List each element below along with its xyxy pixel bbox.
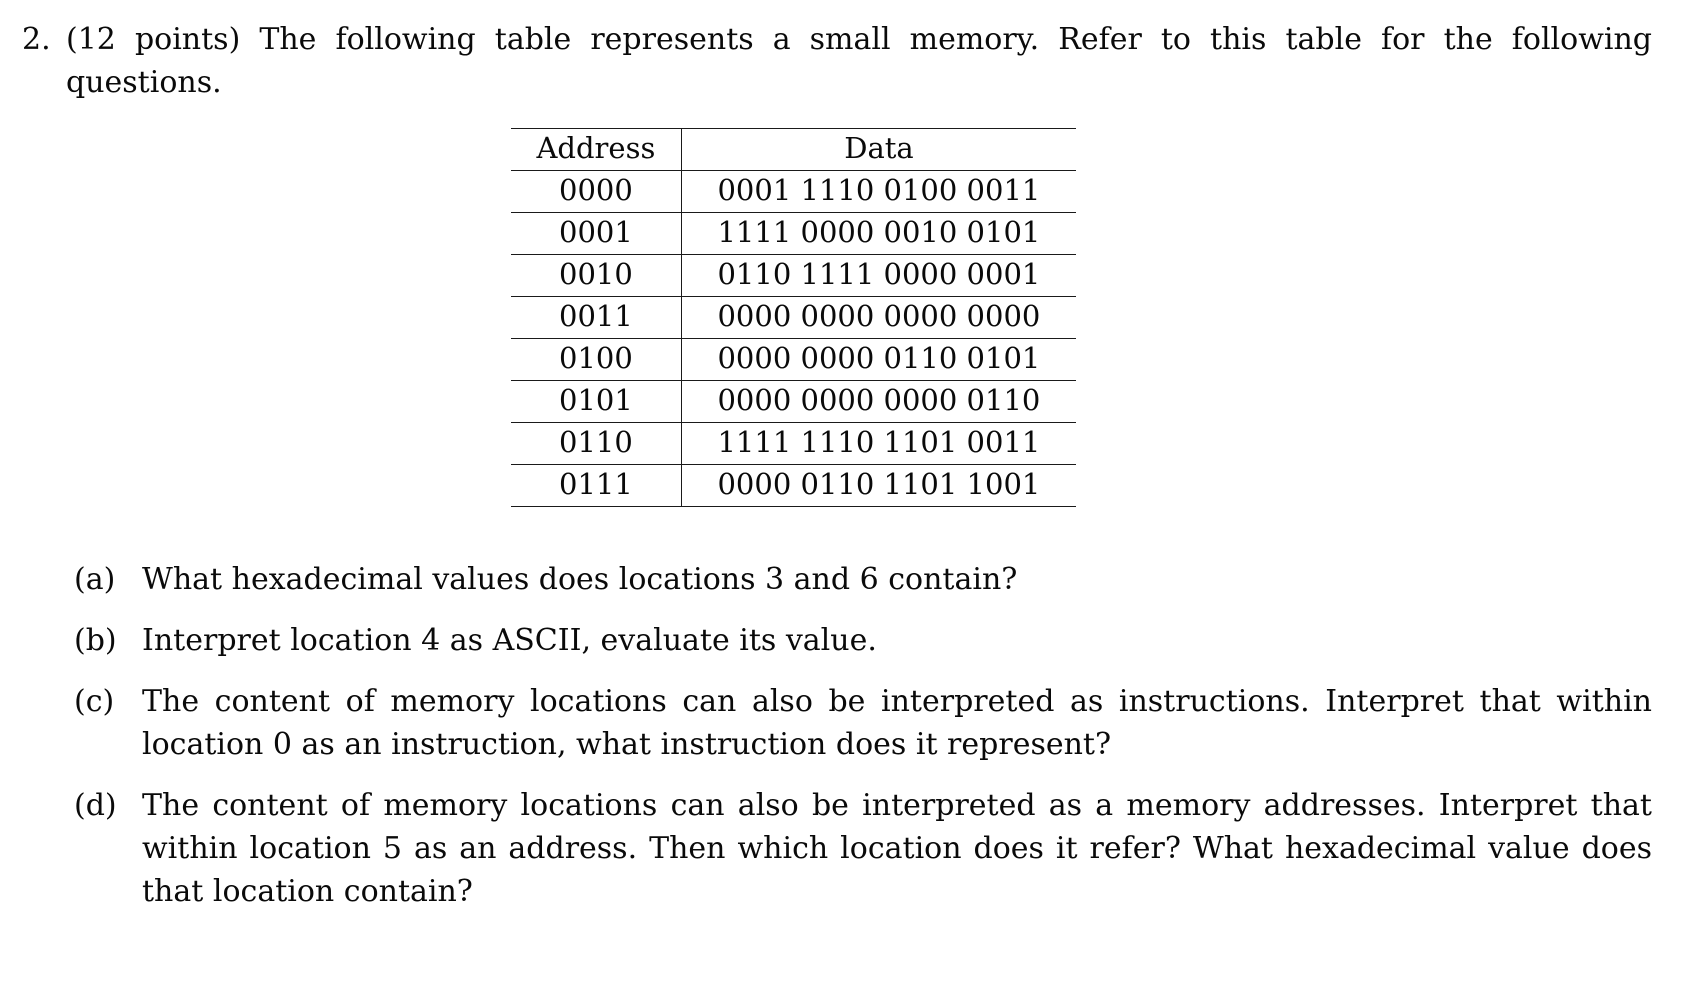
subquestion-b-text: Interpret location 4 as ASCII, evaluate … <box>142 623 877 658</box>
cell-address: 0101 <box>511 380 682 423</box>
problem-text: (12 points) The following table represen… <box>66 22 1652 100</box>
table-row: 0111 0000 0110 1101 1001 <box>511 464 1076 507</box>
table-row: 0011 0000 0000 0000 0000 <box>511 296 1076 339</box>
table-row: 0000 0001 1110 0100 0011 <box>511 170 1076 213</box>
subquestion-d-text: The content of memory locations can also… <box>142 788 1652 909</box>
cell-data: 0000 0000 0000 0110 <box>681 380 1076 423</box>
problem-number: 2. <box>22 22 51 57</box>
cell-address: 0001 <box>511 212 682 255</box>
table-header-row: Address Data <box>511 128 1076 171</box>
cell-address: 0111 <box>511 464 682 507</box>
cell-data: 0000 0110 1101 1001 <box>681 464 1076 507</box>
memory-table-container: Address Data 0000 0001 1110 0100 0011 00… <box>511 128 1076 507</box>
table-row: 0110 1111 1110 1101 0011 <box>511 422 1076 465</box>
cell-address: 0110 <box>511 422 682 465</box>
subquestion-b-label: (b) <box>74 623 117 658</box>
cell-address: 0000 <box>511 170 682 213</box>
subquestion-a: (a) What hexadecimal values does locatio… <box>74 558 1652 601</box>
subquestion-a-label: (a) <box>74 562 116 597</box>
cell-data: 0000 0000 0000 0000 <box>681 296 1076 339</box>
subquestion-c-text: The content of memory locations can also… <box>142 684 1652 762</box>
subquestion-list: (a) What hexadecimal values does locatio… <box>74 558 1652 931</box>
subquestion-d-label: (d) <box>74 788 117 823</box>
cell-data: 1111 0000 0010 0101 <box>681 212 1076 255</box>
cell-address: 0011 <box>511 296 682 339</box>
table-row: 0100 0000 0000 0110 0101 <box>511 338 1076 381</box>
cell-data: 0110 1111 0000 0001 <box>681 254 1076 297</box>
table-row: 0001 1111 0000 0010 0101 <box>511 212 1076 255</box>
column-header-data: Data <box>681 128 1076 171</box>
subquestion-a-text: What hexadecimal values does locations 3… <box>142 562 1018 597</box>
cell-address: 0100 <box>511 338 682 381</box>
table-row: 0010 0110 1111 0000 0001 <box>511 254 1076 297</box>
subquestion-c-label: (c) <box>74 684 115 719</box>
cell-data: 1111 1110 1101 0011 <box>681 422 1076 465</box>
memory-table: Address Data 0000 0001 1110 0100 0011 00… <box>511 128 1076 507</box>
problem-statement: 2. (12 points) The following table repre… <box>22 18 1652 104</box>
column-header-address: Address <box>511 128 682 171</box>
cell-address: 0010 <box>511 254 682 297</box>
cell-data: 0001 1110 0100 0011 <box>681 170 1076 213</box>
subquestion-b: (b) Interpret location 4 as ASCII, evalu… <box>74 619 1652 662</box>
subquestion-d: (d) The content of memory locations can … <box>74 784 1652 913</box>
subquestion-c: (c) The content of memory locations can … <box>74 680 1652 766</box>
cell-data: 0000 0000 0110 0101 <box>681 338 1076 381</box>
table-row: 0101 0000 0000 0000 0110 <box>511 380 1076 423</box>
